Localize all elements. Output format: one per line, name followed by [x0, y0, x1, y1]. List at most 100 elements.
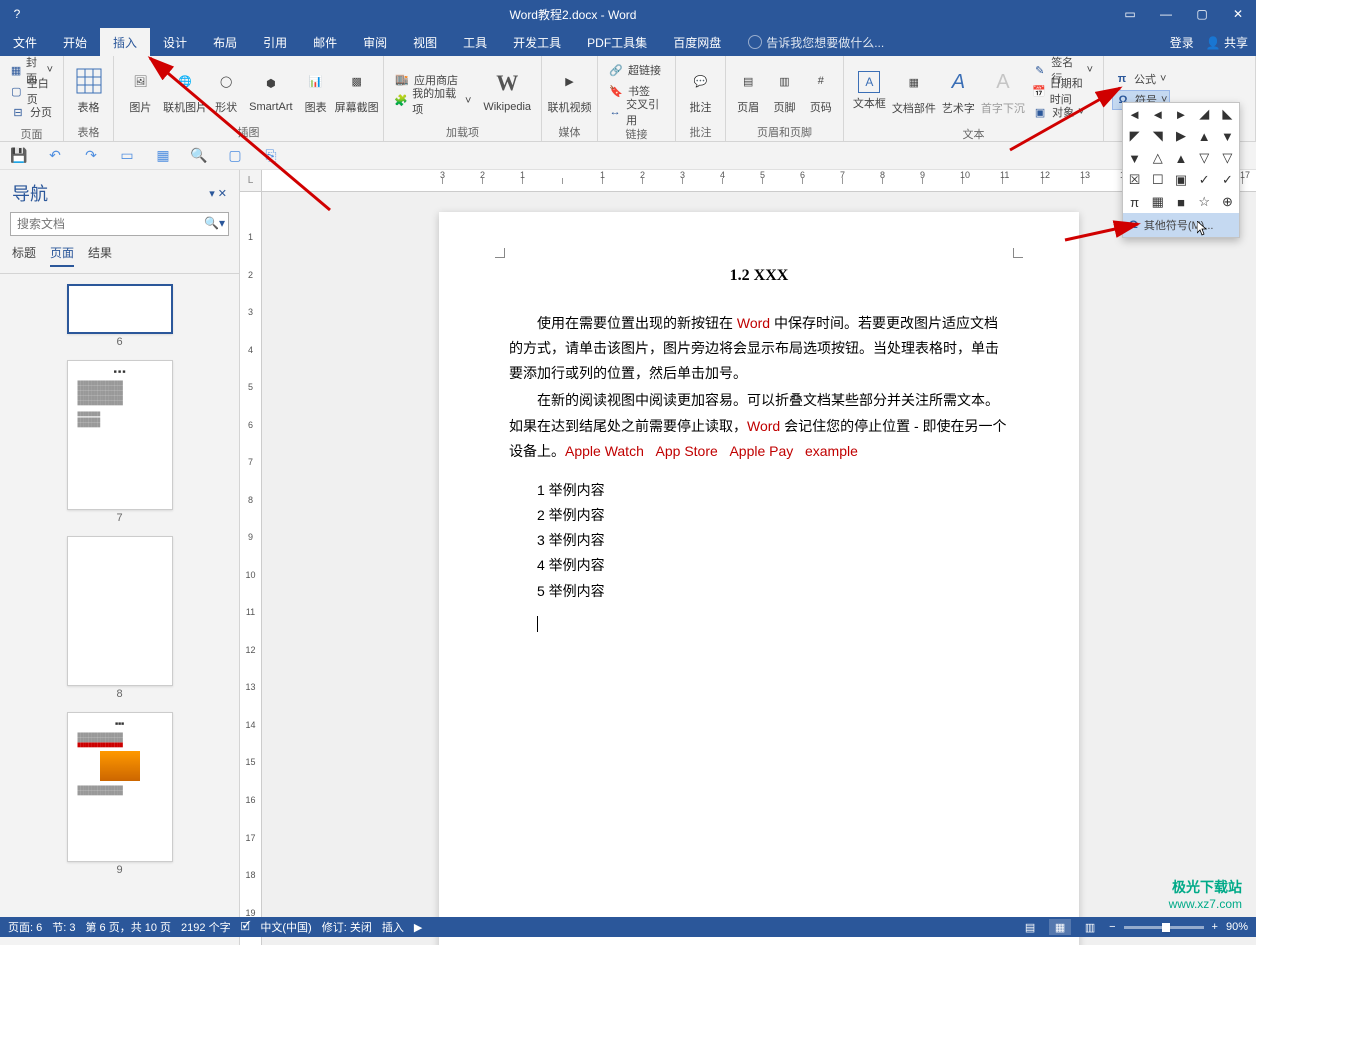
symbol-cell[interactable]: ⊕	[1216, 191, 1239, 213]
pagenum-button[interactable]: #页码	[803, 58, 839, 122]
help-icon[interactable]: ?	[0, 7, 34, 21]
symbol-cell[interactable]: ▽	[1193, 147, 1216, 169]
symbol-cell[interactable]: ▦	[1146, 191, 1169, 213]
status-section[interactable]: 节: 3	[52, 919, 75, 935]
view-print-icon[interactable]: ▦	[1049, 919, 1071, 935]
status-words[interactable]: 2192 个字	[181, 919, 231, 935]
share-button[interactable]: 👤 共享	[1206, 34, 1248, 51]
quickparts-button[interactable]: ▦文档部件	[891, 59, 937, 123]
symbol-cell[interactable]: ◣	[1216, 103, 1239, 125]
equation-button[interactable]: π公式 ˅	[1112, 69, 1170, 89]
horizontal-ruler[interactable]	[262, 170, 1256, 192]
page-break-button[interactable]: ⊟分页	[8, 102, 55, 122]
dropcap-button[interactable]: A首字下沉	[980, 59, 1026, 123]
qat-icon-3[interactable]: 🔍	[190, 147, 208, 164]
status-proof-icon[interactable]: 🗹	[241, 918, 251, 937]
footer-button[interactable]: ▥页脚	[766, 58, 802, 122]
symbol-cell[interactable]: ◄	[1123, 103, 1146, 125]
tell-me-search[interactable]: 告诉我您想要做什么...	[734, 28, 884, 56]
symbol-cell[interactable]: π	[1123, 191, 1146, 213]
nav-tab-headings[interactable]: 标题	[12, 244, 36, 267]
status-pageof[interactable]: 第 6 页，共 10 页	[85, 919, 171, 935]
ribbon-display-icon[interactable]: ▭	[1112, 0, 1148, 28]
tab-review[interactable]: 审阅	[350, 28, 400, 56]
symbol-cell[interactable]: ◤	[1123, 125, 1146, 147]
status-mode[interactable]: 插入	[382, 919, 404, 935]
qat-icon-1[interactable]: ▭	[118, 147, 136, 164]
tab-pdftools[interactable]: PDF工具集	[574, 28, 660, 56]
symbol-cell[interactable]: ▼	[1123, 147, 1146, 169]
thumb-9[interactable]: ■■■ ████████████████████████████████ ███…	[67, 712, 173, 862]
qat-icon-4[interactable]: ▢	[226, 147, 244, 164]
tab-layout[interactable]: 布局	[200, 28, 250, 56]
table-button[interactable]: 表格	[68, 58, 109, 122]
tab-developer[interactable]: 开发工具	[500, 28, 574, 56]
online-picture-button[interactable]: 🌐联机图片	[163, 58, 208, 122]
symbol-cell[interactable]: ✓	[1216, 169, 1239, 191]
online-video-button[interactable]: ▶联机视频	[546, 58, 593, 122]
nav-tab-pages[interactable]: 页面	[50, 244, 74, 267]
tab-references[interactable]: 引用	[250, 28, 300, 56]
login-link[interactable]: 登录	[1170, 34, 1194, 51]
zoom-in-icon[interactable]: +	[1212, 921, 1218, 933]
symbol-cell[interactable]: ▶	[1169, 125, 1192, 147]
maximize-icon[interactable]: ▢	[1184, 0, 1220, 28]
tab-view[interactable]: 视图	[400, 28, 450, 56]
tab-design[interactable]: 设计	[150, 28, 200, 56]
symbol-cell[interactable]: ■	[1169, 191, 1192, 213]
zoom-out-icon[interactable]: −	[1109, 921, 1115, 933]
blank-page-button[interactable]: ▢空白页	[8, 81, 55, 101]
status-lang[interactable]: 中文(中国)	[260, 919, 311, 935]
search-input[interactable]	[10, 212, 229, 236]
tab-tools[interactable]: 工具	[450, 28, 500, 56]
chart-button[interactable]: 📊图表	[297, 58, 334, 122]
tab-baidu[interactable]: 百度网盘	[660, 28, 734, 56]
textbox-button[interactable]: A文本框	[848, 59, 891, 123]
symbol-cell[interactable]: ◄	[1146, 103, 1169, 125]
status-macro-icon[interactable]: ▶	[414, 921, 422, 934]
nav-tab-results[interactable]: 结果	[88, 244, 112, 267]
symbol-cell[interactable]: △	[1146, 147, 1169, 169]
qat-save-icon[interactable]: 💾	[10, 147, 28, 164]
minimize-icon[interactable]: —	[1148, 0, 1184, 28]
symbol-cell[interactable]: ◥	[1146, 125, 1169, 147]
zoom-slider[interactable]	[1124, 926, 1204, 929]
symbol-cell[interactable]: ▣	[1169, 169, 1192, 191]
picture-button[interactable]: 🖼图片	[118, 58, 163, 122]
symbol-cell[interactable]: ☆	[1193, 191, 1216, 213]
symbol-cell[interactable]: ☒	[1123, 169, 1146, 191]
object-button[interactable]: ▣对象 ˅	[1030, 102, 1095, 122]
view-read-icon[interactable]: ▤	[1019, 919, 1041, 935]
qat-undo-icon[interactable]: ↶	[46, 147, 64, 164]
tab-home[interactable]: 开始	[50, 28, 100, 56]
status-page[interactable]: 页面: 6	[8, 919, 42, 935]
qat-icon-5[interactable]: ⎘	[262, 147, 280, 164]
view-web-icon[interactable]: ▥	[1079, 919, 1101, 935]
header-button[interactable]: ▤页眉	[730, 58, 766, 122]
comment-button[interactable]: 💬批注	[680, 58, 721, 122]
hyperlink-button[interactable]: 🔗超链接	[606, 60, 667, 80]
screenshot-button[interactable]: ▩屏幕截图	[334, 58, 379, 122]
shapes-button[interactable]: ◯形状	[208, 58, 245, 122]
thumb-8[interactable]	[67, 536, 173, 686]
symbol-cell[interactable]: ✓	[1193, 169, 1216, 191]
tab-mailings[interactable]: 邮件	[300, 28, 350, 56]
zoom-level[interactable]: 90%	[1226, 921, 1248, 933]
tab-file[interactable]: 文件	[0, 28, 50, 56]
symbol-cell[interactable]: ▽	[1216, 147, 1239, 169]
symbol-cell[interactable]: ☐	[1146, 169, 1169, 191]
search-icon[interactable]: 🔍▾	[204, 216, 225, 230]
more-symbols-button[interactable]: Ω 其他符号(M)...	[1123, 213, 1239, 237]
wordart-button[interactable]: A艺术字	[937, 59, 980, 123]
symbol-cell[interactable]: ▼	[1216, 125, 1239, 147]
symbol-cell[interactable]: ◢	[1193, 103, 1216, 125]
document-scroll[interactable]: 1.2 XXX 使用在需要位置出现的新按钮在 Word 中保存时间。若要更改图片…	[262, 192, 1256, 945]
smartart-button[interactable]: ⬢SmartArt	[245, 58, 297, 122]
nav-close-icon[interactable]: ▾ ✕	[209, 187, 227, 200]
vertical-ruler[interactable]: 12345678910111213141516171819	[240, 192, 262, 945]
tab-insert[interactable]: 插入	[100, 28, 150, 56]
datetime-button[interactable]: 📅日期和时间	[1030, 81, 1095, 101]
close-icon[interactable]: ✕	[1220, 0, 1256, 28]
thumb-7[interactable]: ■ ■ ■ ██████████████████████████████████…	[67, 360, 173, 510]
qat-redo-icon[interactable]: ↷	[82, 147, 100, 164]
